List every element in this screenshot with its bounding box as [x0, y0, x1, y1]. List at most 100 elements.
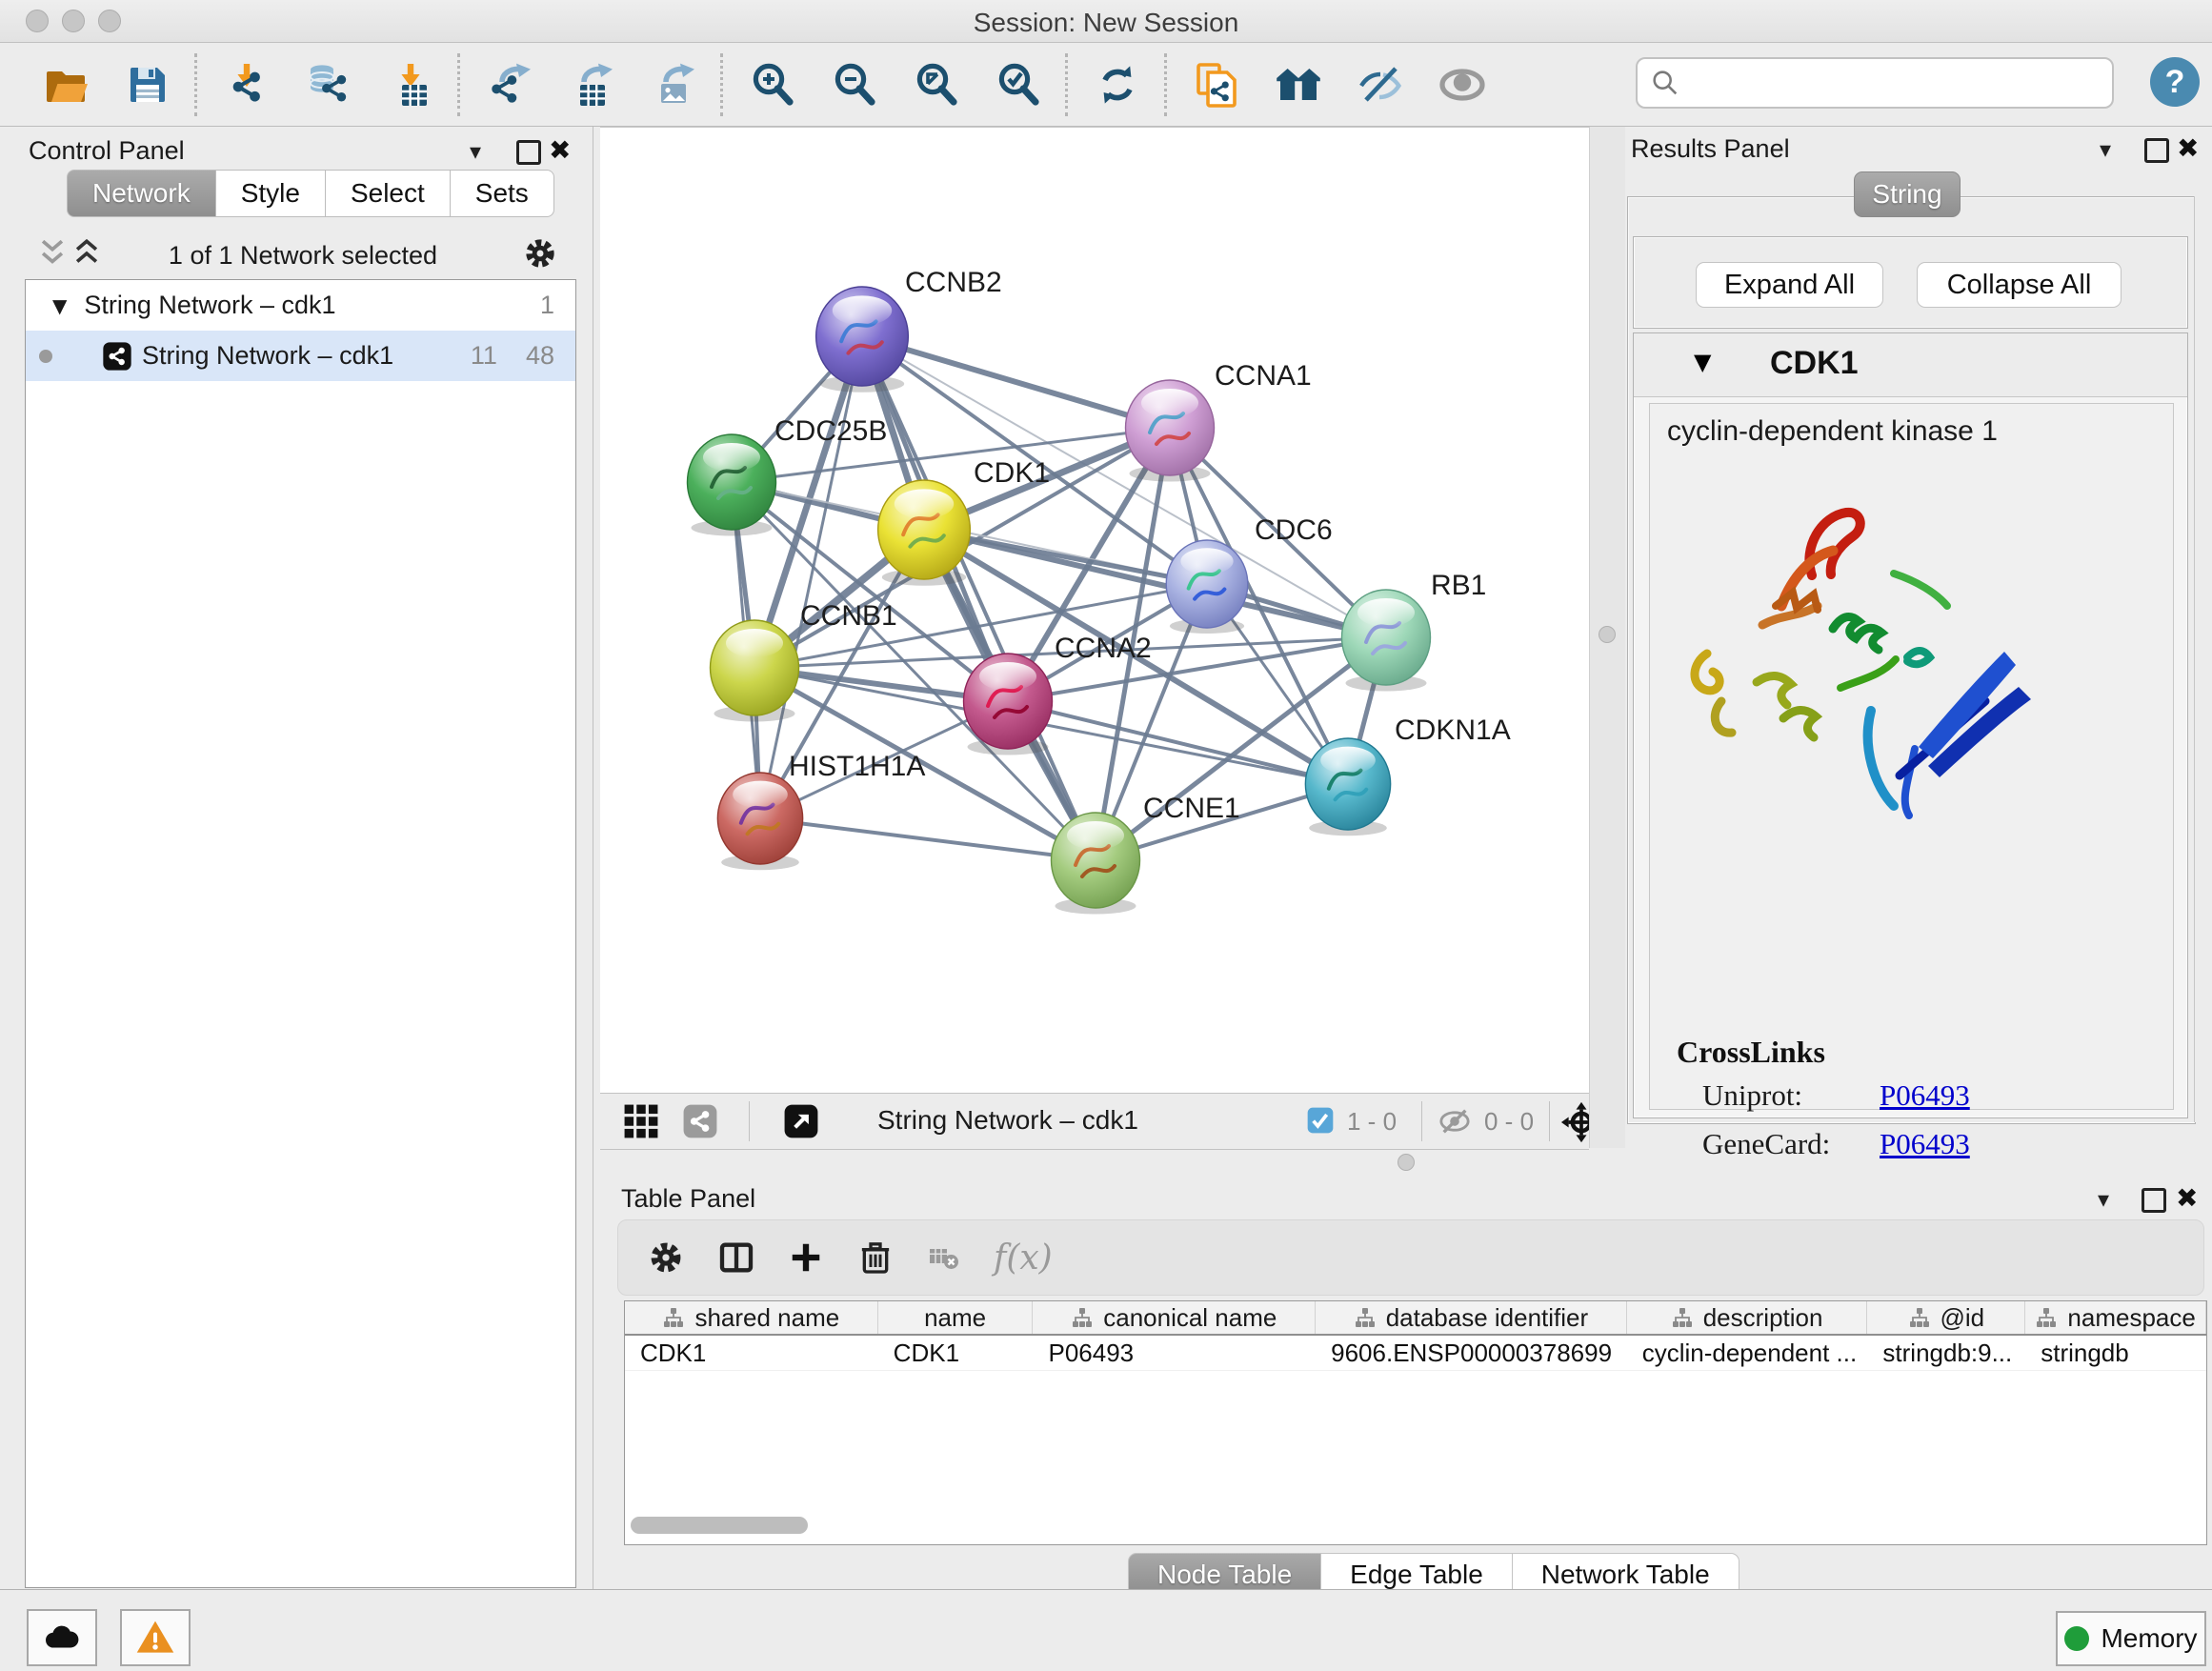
crosslink-row: GeneCard:P06493: [1702, 1119, 2160, 1168]
memory-button[interactable]: Memory: [2056, 1611, 2206, 1666]
network-from-selection-button[interactable]: [1187, 55, 1246, 114]
import-network-database-button[interactable]: [299, 55, 358, 114]
save-session-button[interactable]: [118, 55, 177, 114]
tab-sets[interactable]: Sets: [451, 170, 554, 217]
import-table-file-button[interactable]: [381, 55, 440, 114]
gene-section: ▼ CDK1 cyclin-dependent kinase 1: [1633, 332, 2188, 1118]
import-network-file-button[interactable]: [217, 55, 276, 114]
tab-string[interactable]: String: [1854, 171, 1961, 217]
network-node[interactable]: RB1: [1342, 570, 1487, 692]
zoom-in-icon: [750, 62, 795, 108]
birdseye-grid-icon[interactable]: [623, 1103, 659, 1144]
show-columns-icon[interactable]: [717, 1238, 755, 1277]
zoom-in-button[interactable]: [743, 55, 802, 114]
selected-checkbox-icon[interactable]: [1305, 1105, 1336, 1140]
column-header-name[interactable]: name: [878, 1301, 1034, 1334]
results-scrollbar[interactable]: [2194, 196, 2210, 1122]
add-column-icon[interactable]: [788, 1239, 824, 1276]
zoom-fit-button[interactable]: [907, 55, 966, 114]
node-table[interactable]: shared namenamecanonical namedatabase id…: [624, 1300, 2207, 1545]
network-row[interactable]: String Network – cdk1 11 48: [26, 331, 575, 381]
export-image-button[interactable]: [644, 55, 703, 114]
show-all-button[interactable]: [1433, 55, 1492, 114]
zoom-selected-button[interactable]: [989, 55, 1048, 114]
section-collapse-icon[interactable]: ▼: [1694, 349, 1711, 375]
network-canvas[interactable]: CCNB2 CCNA1 CDC25B CDK1 CDC6 RB1 CCNB1: [600, 127, 1589, 1094]
network-node[interactable]: CCNE1: [1052, 793, 1240, 915]
close-panel-icon[interactable]: ✖: [549, 134, 571, 166]
collapse-panel-icon[interactable]: ▾: [470, 138, 481, 165]
status-bar: Memory: [0, 1589, 2212, 1671]
expand-all-button[interactable]: Expand All: [1696, 262, 1883, 308]
export-network-button[interactable]: [480, 55, 539, 114]
crosslink-label: GeneCard:: [1702, 1127, 1880, 1161]
hidden-eye-icon[interactable]: [1438, 1105, 1471, 1142]
collapse-panel-icon[interactable]: ▾: [2100, 136, 2111, 163]
crosslink-value-link[interactable]: P06493: [1880, 1127, 1970, 1161]
node-label: CDKN1A: [1395, 715, 1511, 746]
collapse-all-button[interactable]: Collapse All: [1917, 262, 2122, 308]
hide-selected-button[interactable]: [1351, 55, 1410, 114]
table-cell: stringdb:9...: [1867, 1336, 2025, 1370]
column-header-shared-name[interactable]: shared name: [625, 1301, 878, 1334]
horizontal-splitter-handle[interactable]: [1398, 1154, 1415, 1171]
collection-expand-icon[interactable]: ▼: [52, 294, 67, 317]
close-panel-icon[interactable]: ✖: [2177, 132, 2199, 164]
table-gear-icon[interactable]: [647, 1238, 685, 1277]
zoom-out-button[interactable]: [825, 55, 884, 114]
warnings-button[interactable]: [120, 1609, 191, 1666]
column-header-namespace[interactable]: namespace: [2025, 1301, 2206, 1334]
help-button[interactable]: ?: [2150, 57, 2200, 107]
export-table-icon: [569, 62, 614, 108]
float-panel-icon[interactable]: [516, 140, 541, 165]
expand-all-networks-icon[interactable]: [36, 237, 69, 274]
splitter-handle[interactable]: [1599, 626, 1616, 643]
network-collection-row[interactable]: ▼ String Network – cdk1 1: [26, 280, 575, 331]
tab-style[interactable]: Style: [216, 170, 326, 217]
import-table-file-icon: [388, 62, 433, 108]
column-header-database-identifier[interactable]: database identifier: [1316, 1301, 1627, 1334]
tab-select[interactable]: Select: [326, 170, 451, 217]
network-options-gear-icon[interactable]: [522, 235, 558, 276]
gene-section-header[interactable]: ▼ CDK1: [1634, 333, 2187, 397]
close-panel-icon[interactable]: ✖: [2176, 1182, 2198, 1214]
delete-column-icon[interactable]: [856, 1238, 895, 1277]
network-node[interactable]: CCNA1: [1126, 360, 1312, 482]
first-neighbors-button[interactable]: [1269, 55, 1328, 114]
network-from-selection-icon: [1194, 62, 1239, 108]
first-neighbors-icon: [1276, 62, 1321, 108]
network-node[interactable]: CDKN1A: [1305, 715, 1510, 836]
table-row[interactable]: CDK1CDK1P064939606.ENSP00000378699cyclin…: [625, 1336, 2206, 1371]
cloud-status-button[interactable]: [27, 1609, 97, 1666]
window-title: Session: New Session: [0, 8, 2212, 38]
search-box[interactable]: [1636, 57, 2114, 109]
network-status-dot-icon: [39, 350, 52, 363]
column-header--id[interactable]: @id: [1867, 1301, 2025, 1334]
network-graph[interactable]: CCNB2 CCNA1 CDC25B CDK1 CDC6 RB1 CCNB1: [600, 128, 1589, 1094]
network-name: String Network – cdk1: [142, 341, 393, 371]
network-node[interactable]: CCNB2: [816, 267, 1002, 393]
zoom-selected-icon: [995, 62, 1041, 108]
network-node-count: 11: [471, 341, 497, 371]
search-input[interactable]: [1689, 68, 2112, 99]
open-in-window-icon[interactable]: [783, 1103, 819, 1144]
table-h-scrollbar[interactable]: [631, 1517, 808, 1534]
float-panel-icon[interactable]: [2144, 138, 2169, 163]
crosslink-value-link[interactable]: P06493: [1880, 1078, 1970, 1113]
node-label: CCNB2: [905, 267, 1002, 298]
shared-column-icon: [1671, 1306, 1694, 1329]
column-header-description[interactable]: description: [1627, 1301, 1868, 1334]
collapse-panel-icon[interactable]: ▾: [2098, 1186, 2109, 1213]
collapse-all-networks-icon[interactable]: [70, 237, 103, 274]
tab-network[interactable]: Network: [67, 170, 216, 217]
column-header-canonical-name[interactable]: canonical name: [1033, 1301, 1316, 1334]
string-view-icon[interactable]: [682, 1103, 718, 1144]
update-network-button[interactable]: [1088, 55, 1147, 114]
vertical-splitter[interactable]: [1589, 127, 1627, 1148]
shared-column-icon: [662, 1306, 685, 1329]
node-label: CDK1: [974, 457, 1050, 489]
network-node[interactable]: HIST1H1A: [717, 751, 925, 870]
open-session-button[interactable]: [36, 55, 95, 114]
export-table-button[interactable]: [562, 55, 621, 114]
float-panel-icon[interactable]: [2142, 1188, 2166, 1213]
